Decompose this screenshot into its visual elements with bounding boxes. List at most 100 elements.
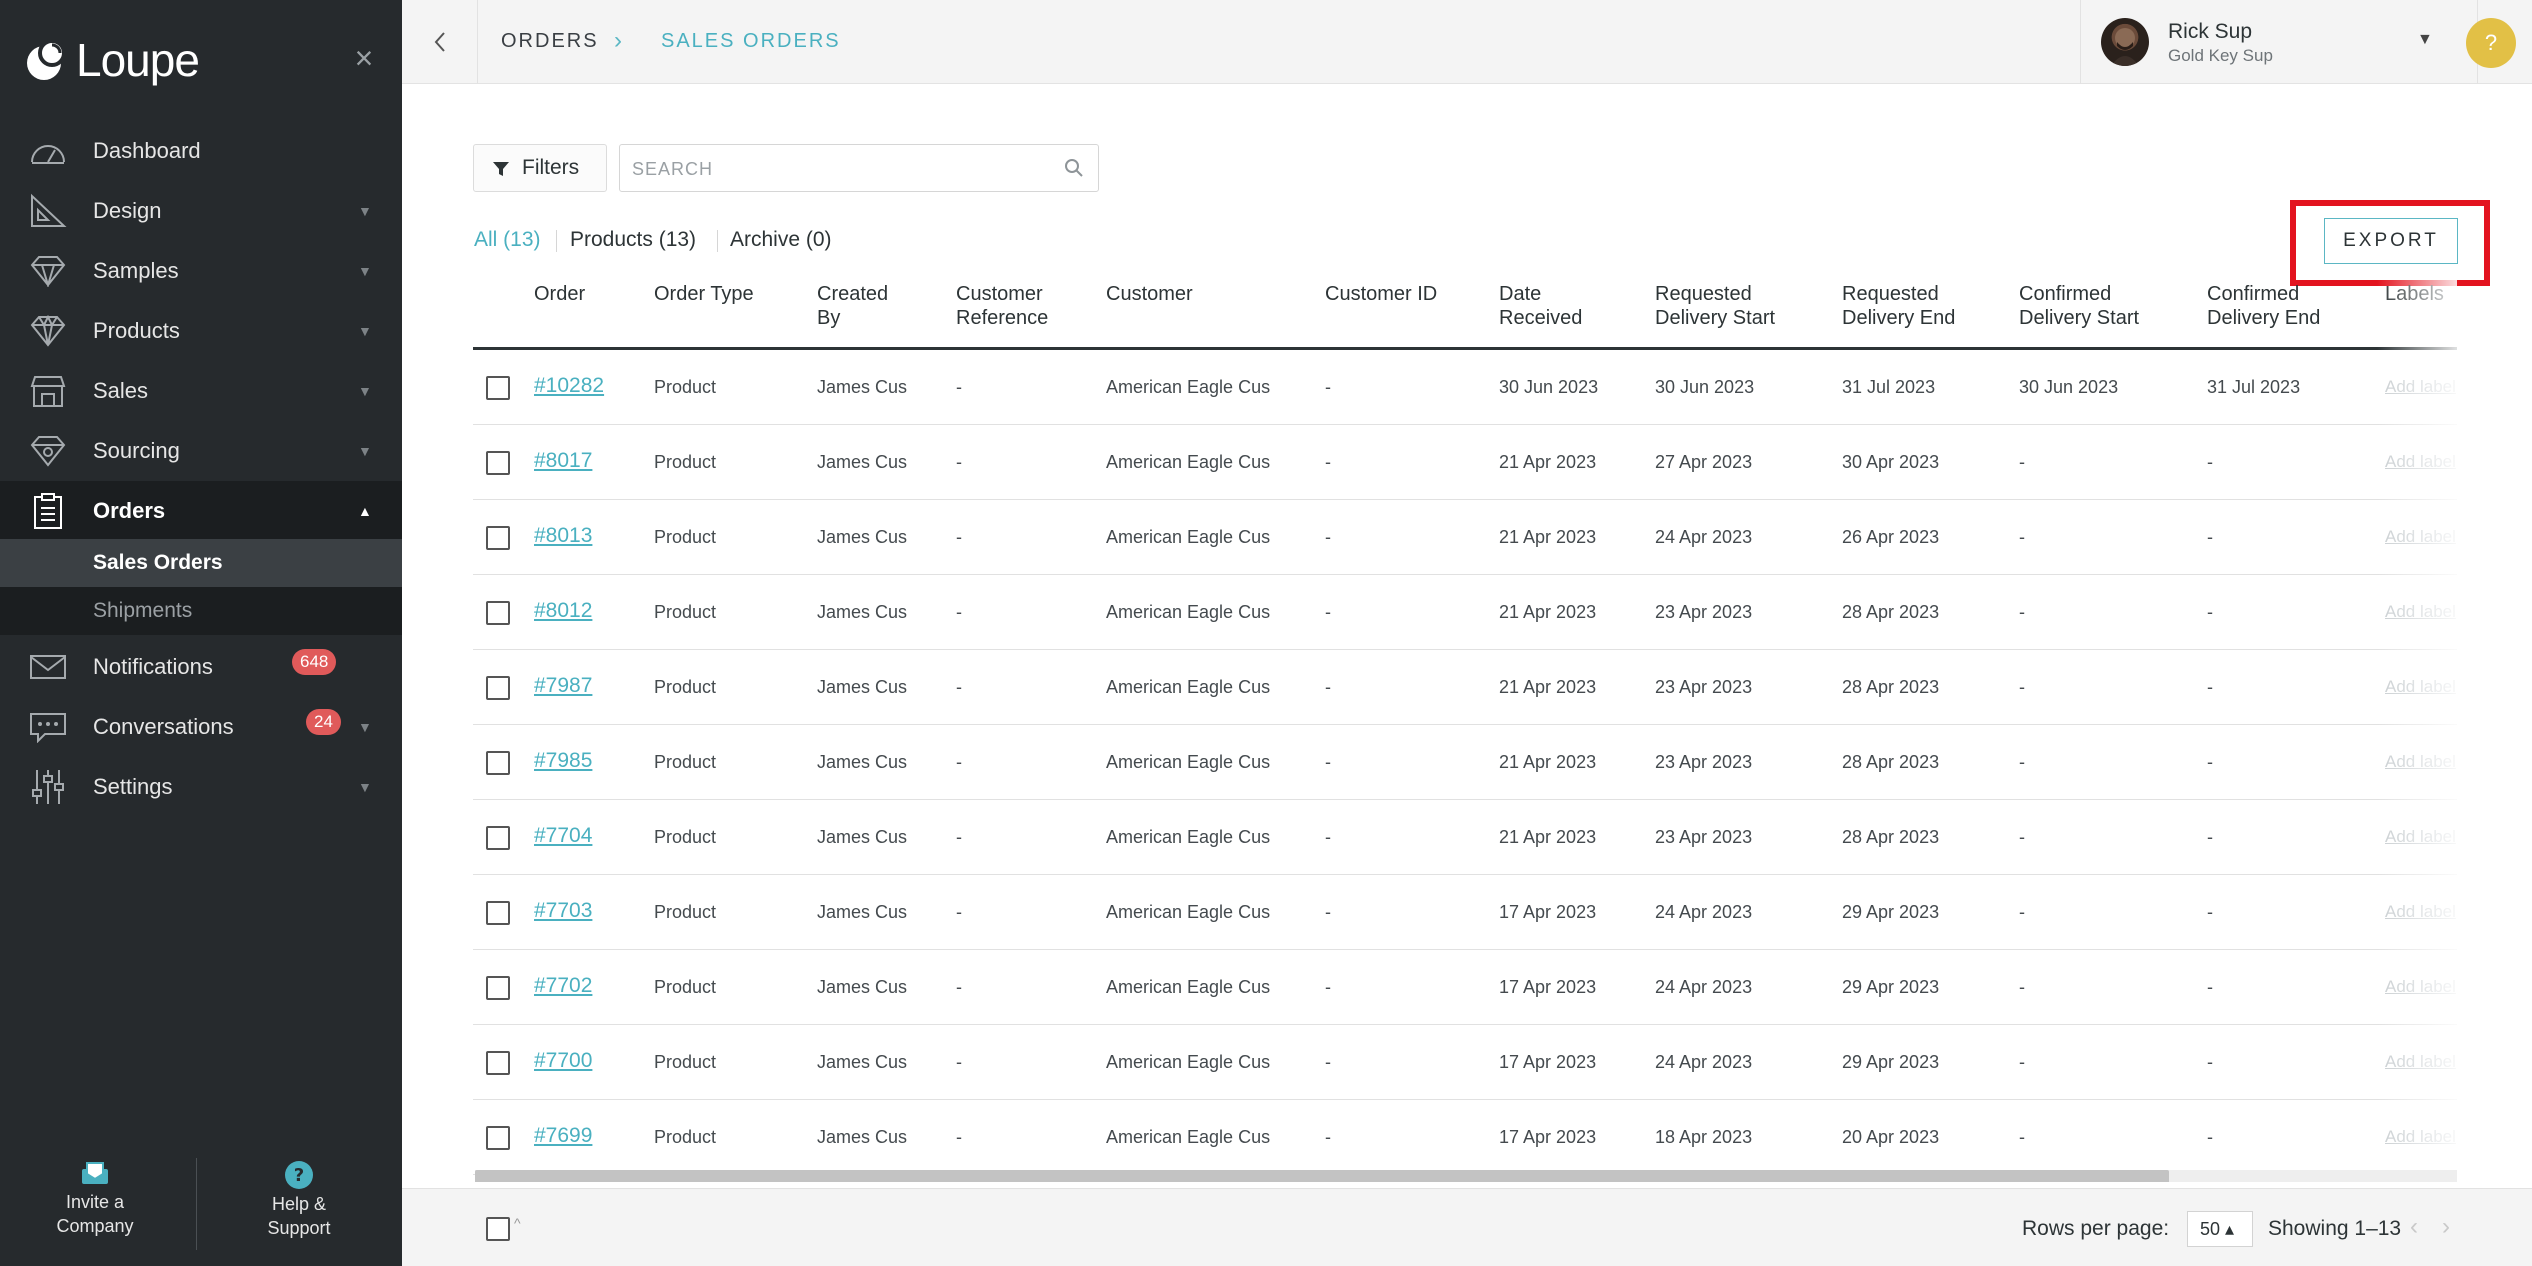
column-header[interactable]: Created By bbox=[817, 282, 888, 330]
row-checkbox[interactable] bbox=[486, 976, 510, 1000]
chat-icon bbox=[28, 707, 68, 747]
order-link[interactable]: #8017 bbox=[534, 449, 592, 473]
user-menu[interactable]: Rick Sup Gold Key Sup ▼ bbox=[2080, 0, 2478, 84]
column-header[interactable]: Date Received bbox=[1499, 282, 1582, 330]
order-link[interactable]: #7702 bbox=[534, 974, 592, 998]
column-header[interactable]: Requested Delivery Start bbox=[1655, 282, 1775, 330]
table-cell: 29 Apr 2023 bbox=[1842, 902, 1940, 922]
add-label-link[interactable]: Add label bbox=[2385, 452, 2456, 472]
close-sidebar-icon[interactable]: × bbox=[350, 42, 378, 74]
sidebar-subitem-sales-orders[interactable]: Sales Orders bbox=[0, 539, 402, 587]
breadcrumb-orders[interactable]: ORDERS bbox=[501, 30, 599, 53]
row-checkbox[interactable] bbox=[486, 1051, 510, 1075]
select-all-checkbox[interactable] bbox=[486, 1217, 510, 1241]
tab-all[interactable]: All (13) bbox=[474, 228, 541, 252]
sidebar-item-notifications[interactable]: Notifications 648 bbox=[0, 637, 402, 697]
next-page-icon[interactable]: › bbox=[2442, 1213, 2450, 1241]
table-row[interactable]: #8017 Product James Cus - American Eagle Cus… bbox=[473, 425, 2457, 500]
loupe-logo[interactable]: Loupe bbox=[22, 30, 200, 90]
table-row[interactable]: #10282 Product James Cus - American Eagle Cu… bbox=[473, 350, 2457, 425]
column-header[interactable]: Requested Delivery End bbox=[1842, 282, 1955, 330]
help-button[interactable]: ? bbox=[2466, 18, 2516, 68]
column-header[interactable]: Customer Reference bbox=[956, 282, 1048, 330]
sidebar-item-samples[interactable]: Samples ▼ bbox=[0, 241, 402, 301]
chevron-up-icon[interactable]: ^ bbox=[514, 1215, 521, 1231]
order-link[interactable]: #7704 bbox=[534, 824, 592, 848]
table-cell: 28 Apr 2023 bbox=[1842, 677, 1940, 697]
add-label-link[interactable]: Add label bbox=[2385, 827, 2456, 847]
add-label-link[interactable]: Add label bbox=[2385, 677, 2456, 697]
filters-button[interactable]: Filters bbox=[473, 144, 607, 192]
row-checkbox[interactable] bbox=[486, 376, 510, 400]
order-link[interactable]: #10282 bbox=[534, 374, 604, 398]
add-label-link[interactable]: Add label bbox=[2385, 377, 2456, 397]
sidebar-item-sourcing[interactable]: Sourcing ▼ bbox=[0, 421, 402, 481]
table-row[interactable]: #7700 Product James Cus - American Eagle Cus… bbox=[473, 1025, 2457, 1100]
sidebar-item-conversations[interactable]: Conversations 24 ▼ bbox=[0, 697, 402, 757]
add-label-link[interactable]: Add label bbox=[2385, 752, 2456, 772]
row-checkbox[interactable] bbox=[486, 751, 510, 775]
funnel-icon bbox=[493, 162, 509, 176]
row-checkbox[interactable] bbox=[486, 451, 510, 475]
back-button[interactable] bbox=[402, 0, 478, 84]
add-label-link[interactable]: Add label bbox=[2385, 1127, 2456, 1147]
table-row[interactable]: #7699 Product James Cus - American Eagle Cus… bbox=[473, 1100, 2457, 1175]
column-header[interactable]: Order Type bbox=[654, 282, 754, 306]
invite-company-button[interactable]: Invite a Company bbox=[0, 1160, 190, 1238]
row-checkbox[interactable] bbox=[486, 526, 510, 550]
order-link[interactable]: #7985 bbox=[534, 749, 592, 773]
sidebar-subitem-shipments[interactable]: Shipments bbox=[0, 587, 402, 635]
table-row[interactable]: #7703 Product James Cus - American Eagle Cus… bbox=[473, 875, 2457, 950]
sidebar-item-dashboard[interactable]: Dashboard bbox=[0, 121, 402, 181]
column-header[interactable]: Confirmed Delivery End bbox=[2207, 282, 2320, 330]
row-checkbox[interactable] bbox=[486, 1126, 510, 1150]
table-cell: American Eagle Cus bbox=[1106, 377, 1271, 397]
export-button[interactable]: EXPORT bbox=[2324, 218, 2458, 264]
order-link[interactable]: #7987 bbox=[534, 674, 592, 698]
column-header[interactable]: Labels bbox=[2385, 282, 2444, 306]
scrollbar-thumb[interactable] bbox=[475, 1170, 2169, 1182]
table-cell: James Cus bbox=[817, 977, 908, 997]
add-label-link[interactable]: Add label bbox=[2385, 902, 2456, 922]
table-cell: American Eagle Cus bbox=[1106, 1052, 1271, 1072]
tab-products[interactable]: Products (13) bbox=[570, 228, 696, 252]
add-label-link[interactable]: Add label bbox=[2385, 1052, 2456, 1072]
order-link[interactable]: #8013 bbox=[534, 524, 592, 548]
dashboard-icon bbox=[28, 131, 68, 171]
order-link[interactable]: #7700 bbox=[534, 1049, 592, 1073]
help-support-button[interactable]: ? Help & Support bbox=[204, 1160, 394, 1240]
row-checkbox[interactable] bbox=[486, 901, 510, 925]
add-label-link[interactable]: Add label bbox=[2385, 602, 2456, 622]
tab-archive[interactable]: Archive (0) bbox=[730, 228, 832, 252]
sidebar-item-sales[interactable]: Sales ▼ bbox=[0, 361, 402, 421]
table-row[interactable]: #7985 Product James Cus - American Eagle Cus… bbox=[473, 725, 2457, 800]
row-checkbox[interactable] bbox=[486, 826, 510, 850]
row-checkbox[interactable] bbox=[486, 676, 510, 700]
table-row[interactable]: #8013 Product James Cus - American Eagle Cus… bbox=[473, 500, 2457, 575]
rows-per-page-select[interactable]: 50 ▴ bbox=[2187, 1211, 2253, 1247]
column-header[interactable]: Customer bbox=[1106, 282, 1193, 306]
order-link[interactable]: #7703 bbox=[534, 899, 592, 923]
row-checkbox[interactable] bbox=[486, 601, 510, 625]
column-header[interactable]: Confirmed Delivery Start bbox=[2019, 282, 2139, 330]
horizontal-scrollbar[interactable] bbox=[475, 1170, 2457, 1182]
previous-page-icon[interactable]: ‹ bbox=[2410, 1213, 2418, 1241]
search-icon[interactable] bbox=[1064, 158, 1084, 178]
table-row[interactable]: #7987 Product James Cus - American Eagle Cus… bbox=[473, 650, 2457, 725]
search-input[interactable] bbox=[632, 155, 1052, 183]
sidebar-item-settings[interactable]: Settings ▼ bbox=[0, 757, 402, 817]
sidebar-item-design[interactable]: Design ▼ bbox=[0, 181, 402, 241]
add-label-link[interactable]: Add label bbox=[2385, 527, 2456, 547]
sidebar-item-orders[interactable]: Orders ▲ bbox=[0, 481, 402, 541]
table-row[interactable]: #8012 Product James Cus - American Eagle Cus… bbox=[473, 575, 2457, 650]
table-row[interactable]: #7704 Product James Cus - American Eagle Cus… bbox=[473, 800, 2457, 875]
column-header[interactable]: Customer ID bbox=[1325, 282, 1437, 306]
order-link[interactable]: #8012 bbox=[534, 599, 592, 623]
sidebar-item-products[interactable]: Products ▼ bbox=[0, 301, 402, 361]
add-label-link[interactable]: Add label bbox=[2385, 977, 2456, 997]
sidebar-item-label: Sales bbox=[93, 378, 149, 403]
table-row[interactable]: #7702 Product James Cus - American Eagle Cus… bbox=[473, 950, 2457, 1025]
order-link[interactable]: #7699 bbox=[534, 1124, 592, 1148]
column-header[interactable]: Order bbox=[534, 282, 585, 306]
sidebar-item-label: Settings bbox=[93, 774, 173, 799]
